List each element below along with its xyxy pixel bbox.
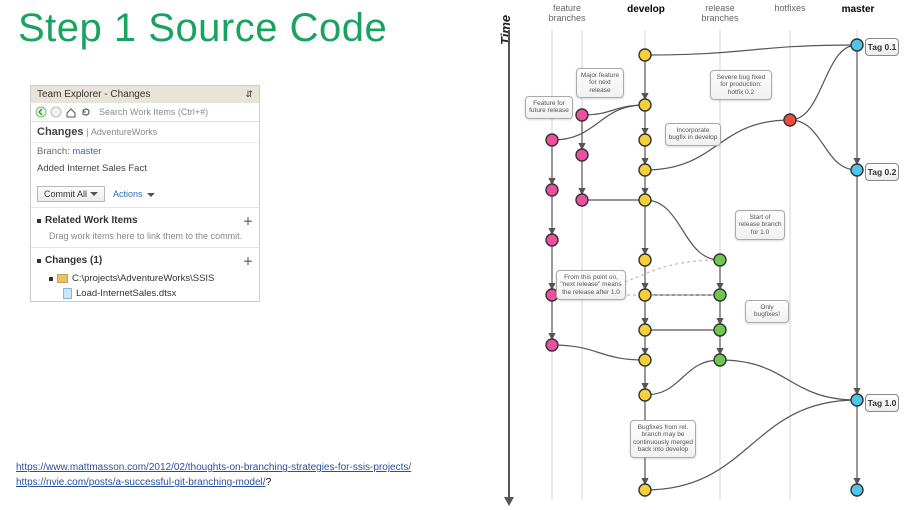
te-toolbar: Search Work Items (Ctrl+#)	[31, 103, 259, 122]
branch-value[interactable]: master	[72, 146, 101, 157]
link-mattmasson[interactable]: https://www.mattmasson.com/2012/02/thoug…	[16, 462, 411, 473]
note-severe-bug: Severe bug fixed for production: hotfix …	[710, 70, 772, 100]
changes-title: Changes	[37, 126, 83, 138]
file-name: Load-InternetSales.dtsx	[76, 288, 176, 299]
link-suffix: ?	[266, 477, 272, 488]
lane-feature: feature branches	[547, 4, 587, 24]
back-icon[interactable]	[35, 106, 47, 118]
tree-folder[interactable]: C:\projects\AdventureWorks\SSIS	[31, 271, 259, 286]
related-hint: Drag work items here to link them to the…	[31, 231, 259, 245]
actions-label: Actions	[113, 189, 143, 199]
note-from-point: From this point on, "next release" means…	[556, 270, 626, 300]
commit-message[interactable]: Added Internet Sales Fact	[37, 163, 253, 177]
te-titlebar: Team Explorer - Changes ⇵	[31, 86, 259, 103]
search-input[interactable]: Search Work Items (Ctrl+#)	[95, 107, 255, 117]
add-work-item-button[interactable]: ＋	[243, 213, 253, 228]
note-incorporate: Incorporate bugfix in develop	[665, 123, 721, 146]
lane-master: master	[838, 4, 878, 15]
forward-icon[interactable]	[50, 106, 62, 118]
tree-file[interactable]: Load-InternetSales.dtsx	[31, 286, 259, 301]
chevron-down-icon	[147, 193, 155, 197]
expand-icon	[37, 259, 41, 263]
expand-icon	[49, 277, 53, 281]
file-icon	[63, 288, 72, 299]
tag-0-2: Tag 0.2	[865, 163, 899, 181]
stage-all-button[interactable]: ＋	[243, 253, 253, 268]
tag-1-0: Tag 1.0	[865, 394, 899, 412]
expand-icon	[37, 219, 41, 223]
slide-title: Step 1 Source Code	[18, 6, 387, 51]
related-work-items-header[interactable]: Related Work Items ＋	[31, 210, 259, 231]
tag-0-1: Tag 0.1	[865, 38, 899, 56]
lane-develop: develop	[626, 4, 666, 15]
gitflow-diagram: Time feature branches develop release br…	[470, 0, 900, 510]
related-title: Related Work Items	[45, 215, 138, 226]
chevron-down-icon	[90, 192, 98, 196]
note-start-release: Start of release branch for 1.0	[735, 210, 785, 240]
commit-all-label: Commit All	[44, 189, 87, 199]
team-explorer-panel: Team Explorer - Changes ⇵ Search Work It…	[30, 85, 260, 302]
folder-path: C:\projects\AdventureWorks\SSIS	[72, 273, 214, 284]
commit-all-button[interactable]: Commit All	[37, 186, 105, 202]
reference-links: https://www.mattmasson.com/2012/02/thoug…	[16, 460, 411, 490]
note-feature-future: Feature for future release	[525, 96, 573, 119]
changes-list-header[interactable]: Changes (1) ＋	[31, 250, 259, 271]
tab-pin-icon[interactable]: ⇵	[245, 89, 253, 100]
home-icon[interactable]	[65, 106, 77, 118]
changes-count-title: Changes (1)	[45, 255, 102, 266]
branch-row: Branch: master	[31, 143, 259, 160]
actions-link[interactable]: Actions	[113, 189, 155, 199]
note-rel-merge: Bugfixes from rel. branch may be continu…	[630, 420, 696, 458]
refresh-icon[interactable]	[80, 106, 92, 118]
branch-label: Branch:	[37, 146, 70, 157]
note-major-next: Major feature for next release	[576, 68, 624, 98]
folder-icon	[57, 274, 68, 283]
project-name: AdventureWorks	[91, 127, 157, 137]
link-nvie[interactable]: https://nvie.com/posts/a-successful-git-…	[16, 477, 266, 488]
changes-header: Changes | AdventureWorks	[31, 122, 259, 143]
lane-release: release branches	[700, 4, 740, 24]
lane-hotfixes: hotfixes	[770, 4, 810, 14]
te-window-title: Team Explorer - Changes	[37, 89, 150, 100]
note-only-bugfixes: Only bugfixes!	[745, 300, 789, 323]
